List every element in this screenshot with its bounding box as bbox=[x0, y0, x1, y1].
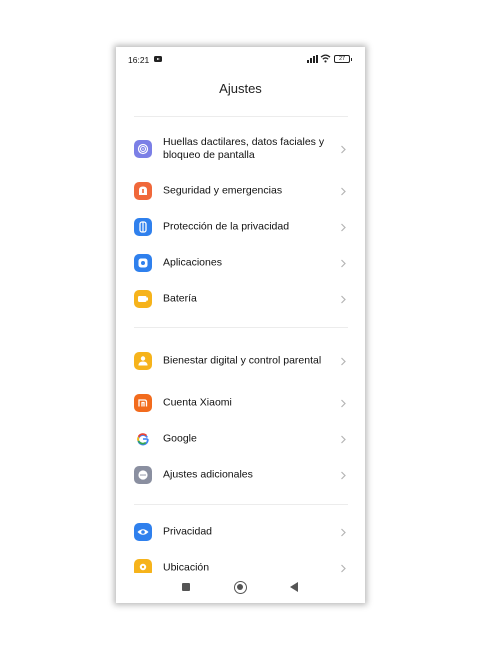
wellbeing-icon bbox=[134, 352, 152, 370]
status-time: 16:21 bbox=[128, 55, 150, 65]
emergency-icon bbox=[134, 182, 152, 200]
chevron-right-icon bbox=[341, 145, 346, 154]
settings-item-label: Batería bbox=[163, 292, 197, 305]
divider bbox=[134, 327, 348, 328]
page-title: Ajustes bbox=[219, 81, 262, 96]
status-bar: 16:21 27 bbox=[116, 47, 365, 73]
xiaomi-icon bbox=[134, 394, 152, 412]
settings-item-xiaomi-account[interactable]: Cuenta Xiaomi bbox=[116, 386, 365, 420]
google-icon bbox=[134, 430, 152, 448]
settings-item-fingerprint[interactable]: Huellas dactilares, datos faciales y blo… bbox=[116, 133, 365, 165]
settings-item-label: Ajustes adicionales bbox=[163, 468, 253, 481]
settings-item-label: Seguridad y emergencias bbox=[163, 184, 283, 197]
settings-item-apps[interactable]: Aplicaciones bbox=[116, 246, 365, 280]
chevron-right-icon bbox=[341, 259, 346, 268]
phone-screen: 16:21 27 Ajustes Huellas dactilares, dat… bbox=[116, 47, 365, 603]
settings-item-additional[interactable]: Ajustes adicionales bbox=[116, 458, 365, 492]
back-button[interactable] bbox=[290, 582, 298, 592]
recents-button[interactable] bbox=[182, 583, 190, 591]
fingerprint-icon bbox=[134, 140, 152, 158]
home-button[interactable] bbox=[234, 581, 247, 594]
settings-item-privacy-protection[interactable]: Protección de la privacidad bbox=[116, 210, 365, 244]
apps-gear-icon bbox=[134, 254, 152, 272]
settings-item-privacy[interactable]: Privacidad bbox=[116, 515, 365, 549]
chevron-right-icon bbox=[341, 295, 346, 304]
wifi-icon bbox=[320, 54, 331, 63]
settings-item-security[interactable]: Seguridad y emergencias bbox=[116, 174, 365, 208]
navigation-bar bbox=[116, 573, 365, 603]
chevron-right-icon bbox=[341, 528, 346, 537]
divider bbox=[134, 504, 348, 505]
settings-item-label: Aplicaciones bbox=[163, 256, 222, 269]
settings-item-label: Google bbox=[163, 432, 197, 445]
youtube-notification-icon bbox=[154, 56, 162, 62]
settings-item-label: Cuenta Xiaomi bbox=[163, 396, 232, 409]
settings-item-label: Bienestar digital y control parental bbox=[163, 354, 322, 367]
battery-icon bbox=[134, 290, 152, 308]
settings-item-battery[interactable]: Batería bbox=[116, 282, 365, 316]
settings-item-google[interactable]: Google bbox=[116, 422, 365, 456]
settings-item-label: Huellas dactilares, datos faciales y blo… bbox=[163, 136, 325, 161]
chevron-right-icon bbox=[341, 399, 346, 408]
chevron-right-icon bbox=[341, 564, 346, 573]
more-dots-icon bbox=[134, 466, 152, 484]
chevron-right-icon bbox=[341, 435, 346, 444]
divider bbox=[134, 116, 348, 117]
eye-icon bbox=[134, 523, 152, 541]
settings-item-label: Privacidad bbox=[163, 525, 213, 538]
privacy-protection-icon bbox=[134, 218, 152, 236]
chevron-right-icon bbox=[341, 471, 346, 480]
chevron-right-icon bbox=[341, 357, 346, 366]
settings-item-label: Protección de la privacidad bbox=[163, 220, 290, 233]
chevron-right-icon bbox=[341, 187, 346, 196]
settings-item-digital-wellbeing[interactable]: Bienestar digital y control parental bbox=[116, 345, 365, 377]
chevron-right-icon bbox=[341, 223, 346, 232]
battery-status-icon: 27 bbox=[334, 55, 352, 63]
signal-icon bbox=[307, 55, 318, 63]
